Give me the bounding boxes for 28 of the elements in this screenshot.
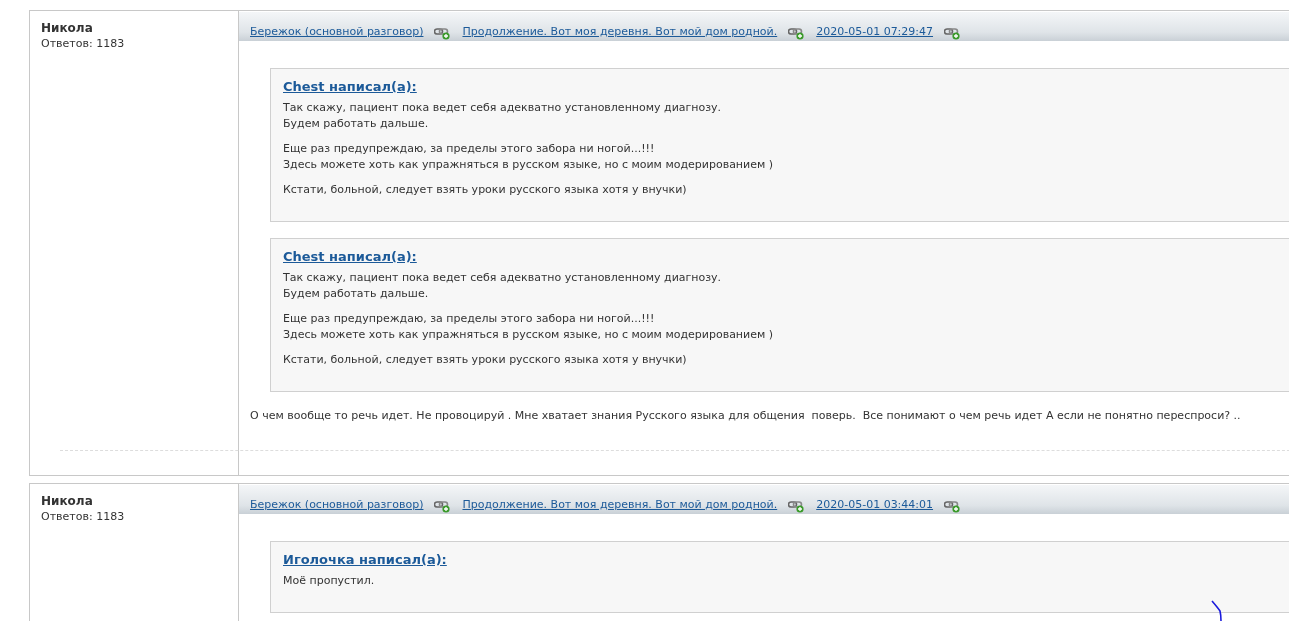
quote-text: Еще раз предупреждаю, за пределы этого забора ни ногой...!!! Здесь можете хоть как упражняться в русском языке, но с моим модерированием ) <box>283 141 775 173</box>
breadcrumb-link[interactable]: Бережок (основной разговор) <box>250 25 424 38</box>
chain-link-icon[interactable] <box>944 27 962 40</box>
quote-text: Моё пропустил. <box>283 573 376 589</box>
quote-author-link[interactable]: Chest написал(а): <box>283 79 417 94</box>
chain-link-icon[interactable] <box>434 27 452 40</box>
quote-author-link[interactable]: Иголочка написал(а): <box>283 552 447 567</box>
post-text: О чем вообще то речь идет. Не провоцируй . Мне хватает знания Русского языка для общения поверь. Все понимают о чем речь идет А если не понятно переспроси? .. <box>250 408 1242 424</box>
quote-author-link[interactable]: Chest написал(а): <box>283 249 417 264</box>
reply-count: Ответов: 1183 <box>41 510 125 523</box>
breadcrumb-link[interactable]: Бережок (основной разговор) <box>250 498 424 511</box>
pen-stroke <box>1208 600 1224 621</box>
quote-text: Так скажу, пациент пока ведет себя адекватно установленному диагнозу. Будем работать дальше. <box>283 270 723 302</box>
breadcrumb-link[interactable]: Продолжение. Вот моя деревня. Вот мой дом родной. <box>462 498 778 511</box>
chain-link-icon[interactable] <box>944 500 962 513</box>
breadcrumb-link[interactable]: 2020-05-01 03:44:01 <box>816 498 934 511</box>
breadcrumb-link[interactable]: Продолжение. Вот моя деревня. Вот мой дом родной. <box>462 25 778 38</box>
chain-link-icon[interactable] <box>434 500 452 513</box>
quote-text: Так скажу, пациент пока ведет себя адекватно установленному диагнозу. Будем работать дальше. <box>283 100 723 132</box>
chain-link-icon[interactable] <box>788 500 806 513</box>
quote-text: Кстати, больной, следует взять уроки русского языка хотя у внучки) <box>283 182 688 198</box>
reply-count: Ответов: 1183 <box>41 37 125 50</box>
author-name: Никола <box>41 21 93 35</box>
chain-link-icon[interactable] <box>788 27 806 40</box>
breadcrumb-link[interactable]: 2020-05-01 07:29:47 <box>816 25 934 38</box>
quote-text: Кстати, больной, следует взять уроки русского языка хотя у внучки) <box>283 352 688 368</box>
quote-text: Еще раз предупреждаю, за пределы этого забора ни ногой...!!! Здесь можете хоть как упражняться в русском языке, но с моим модерированием ) <box>283 311 775 343</box>
author-name: Никола <box>41 494 93 508</box>
